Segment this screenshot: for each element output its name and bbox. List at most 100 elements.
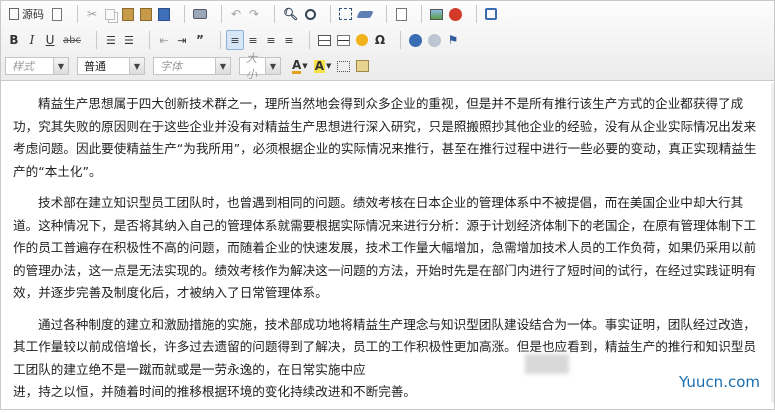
font-dropdown[interactable]: 字体 ▼ [153,57,231,75]
source-button[interactable]: 源码 [5,4,48,24]
underline-button[interactable]: U [41,30,59,50]
blockquote-button[interactable]: ” [191,30,209,50]
table-icon [317,34,331,46]
strike-label: abc [63,34,81,46]
indent-icon: ⇥ [177,33,187,47]
new-page-button[interactable] [48,4,66,24]
print-icon [193,9,207,19]
align-center-icon: ≡ [248,33,258,47]
smiley-icon [355,34,368,46]
style-dropdown-value: 样式 [12,60,34,73]
chevron-down-icon: ▼ [53,58,68,74]
size-dropdown[interactable]: 大小 ▼ [239,52,281,81]
replace-icon [304,8,316,20]
unlink-icon [427,33,441,47]
replace-button[interactable] [301,4,319,24]
flash-button[interactable] [446,4,465,24]
watermark: Yuucn.com [678,373,760,391]
paragraph-1: 精益生产思想属于四大创新技术群之一，理所当然地会得到众多企业的重视，但是并不是所… [13,96,757,179]
style-dropdown[interactable]: 样式 ▼ [5,57,69,75]
editor-content[interactable]: 精益生产思想属于四大创新技术群之一，理所当然地会得到众多企业的重视，但是并不是所… [13,93,763,413]
bold-label: B [9,33,19,47]
paragraph-3-text: 通过各种制度的建立和激励措施的实施，技术部成功地将精益生产理念与知识型团队建设结… [13,316,757,377]
align-left-button[interactable]: ≡ [225,30,244,50]
outdent-button[interactable]: ⇤ [155,30,173,50]
blurred-region [525,354,569,374]
underline-label: U [45,33,55,47]
table-button[interactable] [315,30,334,50]
template-icon [356,60,370,72]
italic-label: I [29,33,35,47]
new-page-icon [52,7,62,21]
undo-button[interactable]: ↶ [227,4,245,24]
horizontal-rule-button[interactable] [334,30,353,50]
select-all-button[interactable] [336,4,355,24]
special-char-button[interactable]: Ω [371,30,389,50]
remove-format-button[interactable] [355,4,375,24]
ordered-list-button[interactable]: ☰ [102,30,120,50]
smiley-button[interactable] [353,30,371,50]
flash-icon [449,7,463,21]
blockquote-icon: ” [196,33,204,47]
size-dropdown-value: 大小 [246,52,257,81]
horizontal-rule-icon [336,34,350,46]
indent-button[interactable]: ⇥ [173,30,191,50]
find-icon: 🔍︎ [283,7,299,21]
template-button[interactable] [353,56,372,76]
show-blocks-icon [337,60,351,72]
paste-button[interactable] [119,4,137,24]
paste-word-icon [158,7,170,21]
toolbar-row-1: 源码 ✂ ↶ ↷ 🔍︎ [5,1,770,27]
paste-icon [122,7,134,21]
italic-button[interactable]: I [23,30,41,50]
cut-icon: ✂ [86,7,98,21]
undo-icon: ↶ [230,7,242,21]
unordered-list-icon: ☰ [124,33,134,47]
paragraph-3: 通过各种制度的建立和激励措施的实施，技术部成功地将精益生产理念与知识型团队建设结… [13,314,763,404]
align-left-icon: ≡ [230,33,240,47]
anchor-icon: ⚑ [447,33,459,47]
text-color-button[interactable]: A ▼ [289,56,311,76]
paste-word-button[interactable] [155,4,173,24]
special-char-icon: Ω [374,33,386,47]
strikethrough-button[interactable]: abc [59,30,85,50]
link-icon [408,33,422,47]
chevron-down-icon: ▼ [265,58,280,74]
bold-button[interactable]: B [5,30,23,50]
toolbar-row-3: 样式 ▼ 普通 ▼ 字体 ▼ 大小 ▼ A ▼ A ▼ [5,52,770,81]
ordered-list-icon: ☰ [106,33,116,47]
justify-icon: ≡ [284,33,294,47]
chevron-down-icon: ▼ [129,58,144,74]
paragraph-2: 技术部在建立知识型员工团队时，也曾遇到相同的问题。绩效考核在日本企业的管理体系中… [13,195,757,300]
find-button[interactable]: 🔍︎ [280,4,301,24]
copy-button[interactable] [101,4,119,24]
chevron-down-icon: ▼ [325,62,332,70]
chevron-down-icon: ▼ [302,62,308,70]
editor-scrollbar[interactable] [771,83,774,403]
spell-check-button[interactable] [392,4,410,24]
cut-button[interactable]: ✂ [83,4,101,24]
unordered-list-button[interactable]: ☰ [120,30,138,50]
show-blocks-button[interactable] [334,56,353,76]
unlink-button[interactable] [425,30,444,50]
image-button[interactable] [427,4,446,24]
bg-color-button[interactable]: A ▼ [311,56,335,76]
source-label: 源码 [22,8,44,21]
editor-toolbar: 源码 ✂ ↶ ↷ 🔍︎ B I U abc ☰ ☰ ⇤ ⇥ ” ≡ ≡ ≡ ≡ … [1,1,774,81]
copy-icon [105,8,115,20]
align-right-button[interactable]: ≡ [262,30,280,50]
maximize-button[interactable] [482,4,500,24]
justify-button[interactable]: ≡ [280,30,298,50]
link-button[interactable] [406,30,425,50]
paragraph-3-end: 进，持之以恒，并随着时间的推移根据环境的变化持续改进和不断完善。 [13,384,416,399]
redo-button[interactable]: ↷ [245,4,263,24]
format-dropdown-value: 普通 [84,60,106,73]
format-dropdown[interactable]: 普通 ▼ [77,57,145,75]
align-center-button[interactable]: ≡ [244,30,262,50]
align-right-icon: ≡ [266,33,276,47]
image-icon [430,8,444,20]
print-button[interactable] [190,4,210,24]
paste-text-button[interactable] [137,4,155,24]
anchor-button[interactable]: ⚑ [444,30,462,50]
maximize-icon [485,8,498,20]
